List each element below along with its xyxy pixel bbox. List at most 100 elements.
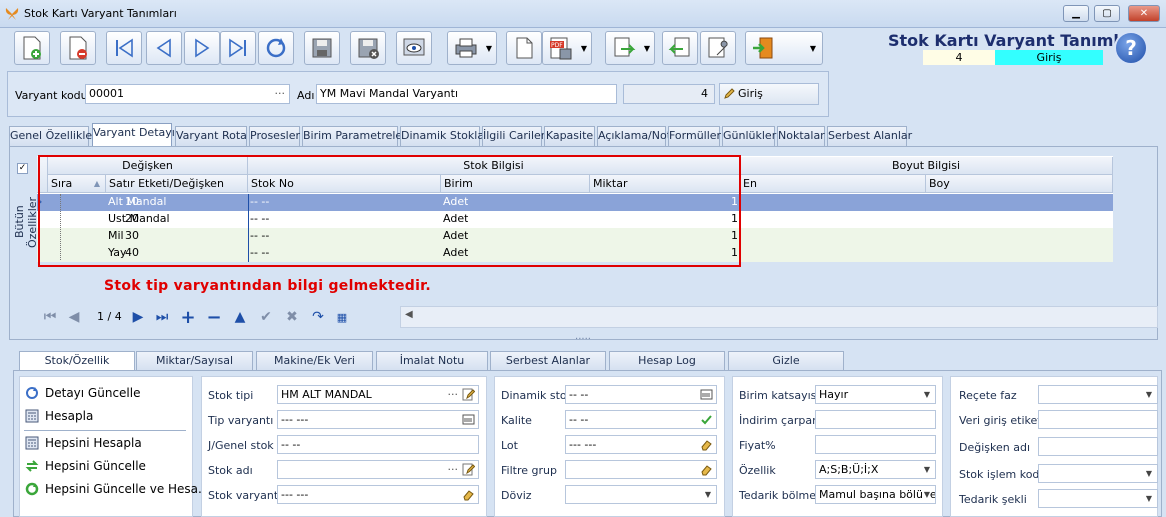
count-field: 4 [623,84,715,104]
nav-refresh-button[interactable]: ↷ [308,306,328,328]
chevron-down-icon: ▼ [485,44,492,53]
entry-mode-button[interactable]: Giriş [719,83,819,105]
nav-post-button[interactable]: ✔ [256,306,276,328]
nav-cancel-button[interactable]: ✖ [282,306,302,328]
nav-edit-button[interactable]: ▲ [230,306,250,328]
refresh-green-icon [25,482,39,496]
stock-process-code-select[interactable]: ▼ [1038,464,1158,483]
new-record-button[interactable] [14,31,50,65]
variable-name-input[interactable] [1038,437,1158,456]
import-icon [668,37,690,57]
all-properties-label: Bütün Özellikler [13,196,39,248]
currency-select[interactable]: ▼ [565,485,717,504]
type-variant-input[interactable]: --- --- [277,410,479,429]
panel-splitter[interactable]: ····· [0,335,1166,346]
delete-record-button[interactable] [60,31,96,65]
tab-stok-ozellik[interactable]: Stok/Özellik [19,351,135,371]
lot-input[interactable]: --- --- [565,435,717,454]
tab-noktalar[interactable]: Noktalar [777,126,825,146]
scroll-left-icon: ◀ [405,309,413,320]
settings-button[interactable] [700,31,736,65]
recipe-phase-select[interactable]: ▼ [1038,385,1158,404]
discount-multiplier-input[interactable] [815,410,936,429]
tab-ilgili-cariler[interactable]: İlgili Cariler [482,126,545,146]
nav-add-button[interactable]: + [178,306,198,328]
preview-button[interactable] [396,31,432,65]
help-button[interactable]: ? [1114,31,1148,65]
nav-next-button[interactable]: ▶ [128,306,148,328]
price-percent-input[interactable] [815,435,936,454]
previous-record-button[interactable] [146,31,182,65]
tab-hesap-log[interactable]: Hesap Log [609,351,725,371]
tab-gunlukler[interactable]: Günlükler [722,126,776,146]
maximize-button[interactable]: ▢ [1094,5,1120,22]
variant-code-input[interactable]: 00001 ··· [85,84,290,104]
tab-imalat-notu[interactable]: İmalat Notu [376,351,488,371]
chevron-down-icon: ▼ [643,44,650,53]
tab-aciklama-not[interactable]: Açıklama/Not [597,126,671,146]
name-input[interactable]: YM Mavi Mandal Varyantı [316,84,617,104]
check-mark-icon [701,415,712,425]
calculate-action[interactable]: Hesapla [24,405,93,427]
column-header-en[interactable]: En [740,175,926,193]
update-calculate-all-action[interactable]: Hepsini Güncelle ve Hesa... [24,478,209,500]
exit-button[interactable]: ▼ [745,31,823,65]
nav-last-button[interactable]: ⏭ [152,306,172,328]
unit-coefficient-select[interactable]: Hayır ▼ [815,385,936,404]
next-icon: ▶ [132,309,144,325]
stock-name-input[interactable]: ··· [277,460,479,479]
nav-filter-button[interactable]: ▦ [332,306,352,328]
quality-input[interactable]: -- -- [565,410,717,429]
close-button[interactable]: ✕ [1128,5,1160,22]
tab-genel-ozellikler[interactable]: Genel Özellikler [9,126,97,146]
first-record-button[interactable] [106,31,142,65]
column-header-boy[interactable]: Boy [926,175,1113,193]
tab-kapasite[interactable]: Kapasite [544,126,595,146]
all-properties-checkbox[interactable]: ✓ [17,163,28,174]
update-calculate-all-label: Hepsini Güncelle ve Hesa... [45,482,210,496]
print-button[interactable]: ▼ [447,31,497,65]
import-button[interactable] [662,31,698,65]
nav-delete-button[interactable]: − [204,306,224,328]
chevron-down-icon: ▼ [1145,390,1152,399]
next-record-button[interactable] [184,31,220,65]
nav-first-button[interactable]: ⏮ [40,306,60,328]
data-entry-tag-input[interactable] [1038,410,1158,429]
tab-birim-parametreleri[interactable]: Birim Parametreleri [302,126,410,146]
save-button[interactable] [304,31,340,65]
tab-makine-ek-veri[interactable]: Makine/Ek Veri [256,351,373,371]
tab-serbest-alanlar[interactable]: Serbest Alanlar [827,126,912,146]
supply-split-select[interactable]: Mamul başına bölüne ▼ [815,485,936,504]
export-button[interactable]: ▼ [605,31,655,65]
dynamic-stock-input[interactable]: -- -- [565,385,717,404]
stock-type-input[interactable]: HM ALT MANDAL ··· [277,385,479,404]
tab-miktar-sayisal[interactable]: Miktar/Sayısal [136,351,253,371]
refresh-button[interactable] [258,31,294,65]
supply-method-select[interactable]: ▼ [1038,489,1158,508]
attach-button[interactable] [506,31,542,65]
calculate-all-action[interactable]: Hepsini Hesapla [24,432,142,454]
update-detail-action[interactable]: Detayı Güncelle [24,382,140,404]
last-record-button[interactable] [220,31,256,65]
property-select[interactable]: A;S;B;Ü;İ;X ▼ [815,460,936,479]
tab-varyant-rota[interactable]: Varyant Rota [175,126,247,146]
filter-group-input[interactable] [565,460,717,479]
discount-multiplier-label: İndirim çarpanı [739,414,823,427]
pdf-export-button[interactable]: PDF ▼ [542,31,592,65]
stock-variant-input[interactable]: --- --- [277,485,479,504]
tab-serbest-alanlar-bottom[interactable]: Serbest Alanlar [490,351,606,371]
save-close-button[interactable] [350,31,386,65]
minimize-button[interactable]: ▁ [1063,5,1089,22]
tab-formuller[interactable]: Formüller [668,126,721,146]
nav-previous-button[interactable]: ◀ [64,306,84,328]
tab-dinamik-stoklar[interactable]: Dinamik Stoklar [400,126,489,146]
refresh-icon [26,387,38,399]
wrench-icon [708,37,728,58]
tab-gizle[interactable]: Gizle [728,351,844,371]
tab-varyant-detayi[interactable]: Varyant Detayı [92,123,175,147]
tab-prosesler[interactable]: Prosesler [249,126,300,146]
update-all-action[interactable]: Hepsini Güncelle [24,455,146,477]
horizontal-scrollbar[interactable]: ◀ [400,306,1158,328]
lookup-list-icon [462,414,475,425]
general-stock-input[interactable]: -- -- [277,435,479,454]
